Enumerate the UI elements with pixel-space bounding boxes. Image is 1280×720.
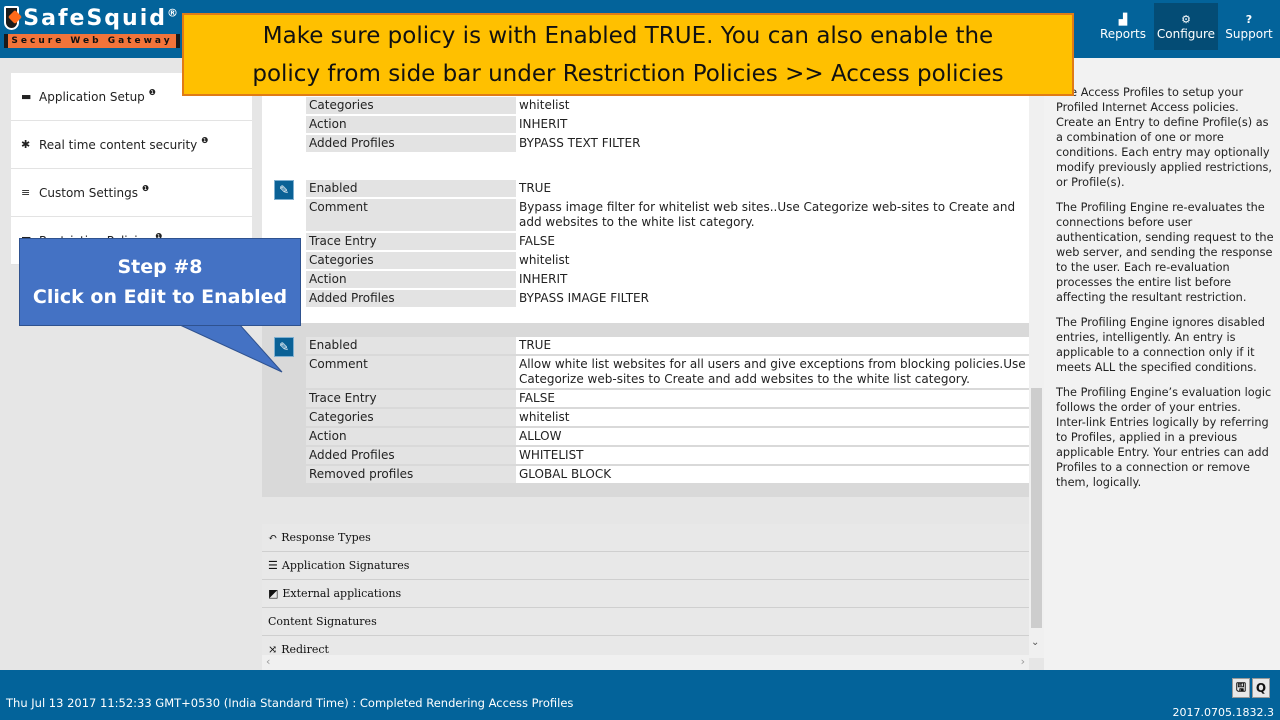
info-icon[interactable]: ❶ (142, 184, 149, 193)
table-row: Added Profiles BYPASS IMAGE FILTER (306, 290, 1029, 307)
help-paragraph: The Profiling Engine’s evaluation logic … (1056, 386, 1272, 489)
table-row: Comment Allow white list websites for all… (306, 356, 1029, 388)
logo-name: SafeSquid (23, 5, 167, 31)
briefcase-icon: ▬ (21, 90, 32, 103)
horizontal-scrollbar[interactable]: ‹ › (262, 655, 1029, 670)
chart-area-icon: ▟ (1118, 12, 1128, 26)
external-link-icon: ◩ (268, 587, 279, 600)
help-paragraph: Use Access Profiles to setup your Profil… (1056, 86, 1273, 189)
entry-allow-whitelist: ✎ Enabled TRUE Comment Allow white list we… (262, 323, 1029, 497)
sidebar-item-real-time-content-security[interactable]: ✱ Real time content security ❶ (11, 121, 252, 169)
vertical-scrollbar[interactable]: ⌄ (1029, 58, 1044, 658)
logo-tagline: Secure Web Gateway (4, 34, 180, 48)
table-row: Categories whitelist (306, 252, 1029, 269)
version-label: 2017.0705.1832.3 (1172, 706, 1274, 719)
search-icon: Q (1255, 681, 1267, 695)
table-row: Categories whitelist (306, 409, 1029, 426)
scrollbar-thumb[interactable] (1031, 388, 1042, 628)
table-row: Removed profiles GLOBAL BLOCK (306, 466, 1029, 483)
nav-support[interactable]: ? Support (1218, 3, 1280, 50)
info-icon[interactable]: ❶ (149, 88, 156, 97)
edit-icon: ✎ (278, 340, 290, 354)
scroll-right-arrow-icon[interactable]: › (1021, 655, 1025, 668)
sidebar: ▬ Application Setup ❶ ✱ Real time conten… (11, 73, 252, 265)
section-external-applications[interactable]: ◩ External applications (262, 580, 1029, 608)
bug-icon: ✱ (21, 138, 31, 151)
entry-table: Enabled TRUE Comment Bypass image filter f… (306, 178, 1029, 309)
table-row: Enabled TRUE (306, 180, 1029, 197)
status-bar: Thu Jul 13 2017 11:52:33 GMT+0530 (India… (0, 670, 1280, 720)
scroll-down-arrow-icon[interactable]: ⌄ (1031, 637, 1039, 648)
section-application-signatures[interactable]: ☰ Application Signatures (262, 552, 1029, 580)
table-row: Trace EntryFALSE (306, 233, 1029, 250)
save-icon: 🖫 (1235, 679, 1247, 694)
section-response-types[interactable]: ↶ Response Types (262, 524, 1029, 552)
table-row: Comment Bypass image filter for whitelist… (306, 199, 1029, 231)
save-button[interactable]: 🖫 (1232, 678, 1250, 698)
edit-button[interactable]: ✎ (274, 180, 294, 200)
table-row: Action ALLOW (306, 428, 1029, 445)
table-row: Added Profiles WHITELIST (306, 447, 1029, 464)
footer-actions: 🖫 Q (1232, 678, 1270, 698)
edit-button[interactable]: ✎ (274, 337, 294, 357)
table-row: Trace EntryFALSE (306, 390, 1029, 407)
section-content-signatures[interactable]: Content Signatures (262, 608, 1029, 636)
table-row: Added Profiles BYPASS TEXT FILTER (306, 135, 1029, 152)
entry-table: Enabled TRUE Comment Allow white list webs… (306, 335, 1029, 485)
cogs-icon: ⚙ (1181, 12, 1191, 26)
table-row: Categories whitelist (306, 97, 1029, 114)
collapsed-sections: ↶ Response Types ☰ Application Signature… (262, 524, 1029, 664)
shield-icon (4, 6, 20, 30)
question-circle-icon: ? (1245, 12, 1253, 26)
access-profile-entries: CommentBypass Text Filter for white list… (262, 58, 1029, 497)
table-row: Action INHERIT (306, 271, 1029, 288)
step-callout: Step #8 Click on Edit to Enabled (19, 238, 301, 326)
reply-icon: ↶ (268, 531, 278, 544)
info-icon[interactable]: ❶ (201, 136, 208, 145)
server-icon: ☰ (268, 559, 278, 572)
search-button[interactable]: Q (1252, 678, 1270, 698)
top-nav: ▟ Reports ⚙ Configure ? Support (1092, 3, 1280, 50)
help-paragraph: The Profiling Engine ignores disabled en… (1056, 316, 1265, 374)
edit-icon: ✎ (278, 183, 290, 197)
nav-configure[interactable]: ⚙ Configure (1154, 3, 1218, 50)
entry-bypass-image-filter: ✎ Enabled TRUE Comment Bypass image filter… (262, 174, 1029, 323)
main-content: CommentBypass Text Filter for white list… (262, 58, 1044, 670)
help-paragraph: The Profiling Engine re-evaluates the co… (1056, 201, 1274, 304)
sidebar-item-custom-settings[interactable]: ≡ Custom Settings ❶ (11, 169, 252, 217)
scroll-left-arrow-icon[interactable]: ‹ (266, 655, 270, 668)
status-message: Thu Jul 13 2017 11:52:33 GMT+0530 (India… (6, 696, 574, 710)
table-row: Action INHERIT (306, 116, 1029, 133)
safesquid-logo[interactable]: SafeSquid® Secure Web Gateway (4, 4, 180, 52)
nav-reports[interactable]: ▟ Reports (1092, 3, 1154, 50)
sliders-icon: ≡ (21, 186, 31, 199)
instruction-banner: Make sure policy is with Enabled TRUE. Y… (182, 13, 1074, 96)
help-panel: Use Access Profiles to setup your Profil… (1044, 58, 1280, 670)
table-row: Enabled TRUE (306, 337, 1029, 354)
